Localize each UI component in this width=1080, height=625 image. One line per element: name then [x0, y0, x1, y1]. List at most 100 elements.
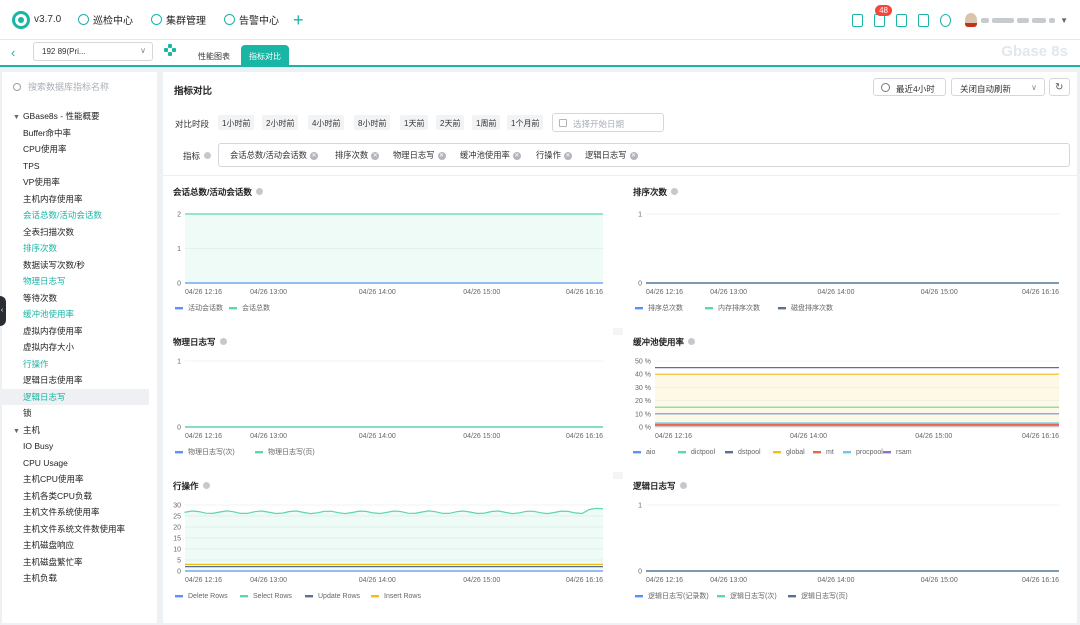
- legend-item[interactable]: 磁盘排序次数: [778, 303, 833, 312]
- legend-item[interactable]: 内存排序次数: [705, 303, 760, 312]
- sidebar-item[interactable]: 虚拟内存大小: [2, 339, 157, 356]
- logo[interactable]: v3.7.0: [12, 10, 78, 29]
- nav-alarm[interactable]: 告警中心: [224, 12, 279, 27]
- sidebar-item[interactable]: 会话总数/活动会话数: [2, 207, 157, 224]
- sidebar-item[interactable]: 主机文件系统文件数使用率: [2, 521, 157, 538]
- metric-tag[interactable]: 物理日志写 ✕: [393, 149, 446, 162]
- time-range-button[interactable]: 最近4小时: [873, 78, 946, 96]
- metric-search-input[interactable]: 搜索数据库指标名称: [13, 80, 109, 93]
- legend-item[interactable]: mt: [813, 449, 834, 456]
- sidebar-item[interactable]: CPU Usage: [2, 455, 157, 472]
- sidebar-item[interactable]: 等待次数: [2, 290, 157, 307]
- sidebar-item[interactable]: 物理日志写: [2, 273, 157, 290]
- sidebar-item[interactable]: TPS: [2, 158, 157, 175]
- notification-icon[interactable]: 48: [874, 4, 892, 27]
- sidebar-item[interactable]: 主机各类CPU负载: [2, 488, 157, 505]
- close-icon[interactable]: ✕: [563, 152, 572, 160]
- period-chip[interactable]: 1小时前: [218, 115, 255, 130]
- sidebar-item[interactable]: 虚拟内存使用率: [2, 323, 157, 340]
- host-select[interactable]: 192 89(Pri... ∨: [33, 42, 153, 61]
- back-icon[interactable]: ‹: [11, 45, 15, 60]
- legend-item[interactable]: 逻辑日志写(记录数): [635, 591, 709, 600]
- metric-tag[interactable]: 会话总数/活动会话数 ✕: [230, 149, 318, 162]
- sidebar-item[interactable]: 全表扫描次数: [2, 224, 157, 241]
- sidebar-item[interactable]: 逻辑日志写: [2, 388, 149, 405]
- avatar[interactable]: [965, 13, 978, 27]
- legend-item[interactable]: 排序总次数: [635, 303, 683, 312]
- legend-item[interactable]: dictpool: [678, 449, 716, 456]
- sidebar-item[interactable]: 主机负载: [2, 570, 157, 587]
- period-chip[interactable]: 1个月前: [507, 115, 544, 130]
- close-icon[interactable]: ✕: [512, 152, 521, 160]
- caret-down-icon[interactable]: ▼: [13, 114, 20, 121]
- legend-item[interactable]: 物理日志写(次): [175, 447, 235, 456]
- tab-metric-compare[interactable]: 指标对比: [241, 45, 289, 67]
- metric-tag[interactable]: 行操作 ✕: [536, 149, 572, 162]
- close-icon[interactable]: ✕: [437, 152, 446, 160]
- legend-item[interactable]: rsam: [883, 449, 912, 456]
- sidebar-item[interactable]: CPU使用率: [2, 141, 157, 158]
- user-name-redacted[interactable]: [981, 17, 1058, 23]
- add-tab-button[interactable]: +: [293, 11, 304, 29]
- tab-performance-charts[interactable]: 性能图表: [190, 45, 238, 67]
- period-chip[interactable]: 1天前: [400, 115, 429, 130]
- sidebar-item[interactable]: VP使用率: [2, 174, 157, 191]
- period-chip[interactable]: 1周前: [472, 115, 501, 130]
- y-tick-label: 1: [638, 212, 642, 219]
- settings-icon[interactable]: [940, 13, 952, 27]
- sidebar-group[interactable]: ▼ GBase8s - 性能概要: [2, 108, 157, 125]
- period-chip[interactable]: 2小时前: [262, 115, 299, 130]
- auto-refresh-select[interactable]: 关闭自动刷新 ∨: [951, 78, 1045, 96]
- metric-tag[interactable]: 缓冲池使用率 ✕: [460, 149, 521, 162]
- period-chip[interactable]: 4小时前: [308, 115, 345, 130]
- legend-item[interactable]: 会话总数: [229, 303, 270, 312]
- sidebar-item[interactable]: 行操作: [2, 356, 157, 373]
- nav-cluster[interactable]: 集群管理: [151, 12, 206, 27]
- legend-item[interactable]: Insert Rows: [371, 593, 421, 600]
- sidebar-item[interactable]: 排序次数: [2, 240, 157, 257]
- sidebar-item[interactable]: 逻辑日志使用率: [2, 372, 157, 389]
- sidebar-item[interactable]: 缓冲池使用率: [2, 306, 157, 323]
- caret-down-icon[interactable]: ▼: [13, 428, 20, 435]
- period-chip[interactable]: 2天前: [436, 115, 465, 130]
- legend-item[interactable]: 逻辑日志写(页): [788, 591, 848, 600]
- legend-item[interactable]: global: [773, 449, 805, 456]
- refresh-button[interactable]: ↻: [1049, 78, 1070, 96]
- start-date-input[interactable]: 选择开始日期: [552, 113, 664, 132]
- metric-label: 指标: [183, 150, 212, 162]
- sidebar-item[interactable]: 主机磁盘响应: [2, 537, 157, 554]
- sidebar-item[interactable]: 数据读写次数/秒: [2, 257, 157, 274]
- clipboard-icon[interactable]: [896, 13, 908, 27]
- legend-item[interactable]: Update Rows: [305, 593, 361, 600]
- sidebar-item[interactable]: 主机CPU使用率: [2, 471, 157, 488]
- metric-select[interactable]: 会话总数/活动会话数 ✕ 排序次数 ✕ 物理日志写 ✕ 缓冲池使用率 ✕ 行操作 ✕ 逻辑…: [218, 143, 1070, 167]
- close-icon[interactable]: ✕: [371, 152, 380, 160]
- metric-tag[interactable]: 逻辑日志写 ✕: [585, 149, 638, 162]
- legend-item[interactable]: Select Rows: [240, 593, 292, 600]
- legend-item[interactable]: aio: [633, 449, 655, 456]
- sidebar-item[interactable]: 锁: [2, 405, 157, 422]
- sidebar-item[interactable]: 主机内存使用率: [2, 191, 157, 208]
- close-icon[interactable]: ✕: [629, 152, 638, 160]
- metric-tag[interactable]: 排序次数 ✕: [335, 149, 380, 162]
- chevron-down-icon: ∨: [140, 46, 146, 55]
- sidebar-item[interactable]: 主机磁盘繁忙率: [2, 554, 157, 571]
- chat-icon[interactable]: [918, 13, 930, 27]
- nav-inspection[interactable]: 巡检中心: [78, 12, 133, 27]
- legend-item[interactable]: 物理日志写(页): [255, 447, 315, 456]
- legend-item[interactable]: 逻辑日志写(次): [717, 591, 777, 600]
- chevron-down-icon[interactable]: ▼: [1060, 16, 1068, 25]
- apps-icon[interactable]: [164, 44, 176, 56]
- sidebar-collapse-button[interactable]: ‹: [0, 296, 6, 326]
- sidebar-item[interactable]: Buffer命中率: [2, 125, 157, 142]
- sidebar-item[interactable]: 主机文件系统使用率: [2, 504, 157, 521]
- document-icon[interactable]: [852, 13, 864, 27]
- sidebar-item[interactable]: IO Busy: [2, 438, 157, 455]
- period-chip[interactable]: 8小时前: [354, 115, 391, 130]
- close-icon[interactable]: ✕: [309, 152, 318, 160]
- legend-item[interactable]: procpool: [843, 449, 883, 456]
- legend-item[interactable]: dstpool: [725, 449, 761, 456]
- legend-item[interactable]: Delete Rows: [175, 593, 228, 600]
- legend-item[interactable]: 活动会话数: [175, 303, 223, 312]
- sidebar-group[interactable]: ▼ 主机: [2, 422, 157, 439]
